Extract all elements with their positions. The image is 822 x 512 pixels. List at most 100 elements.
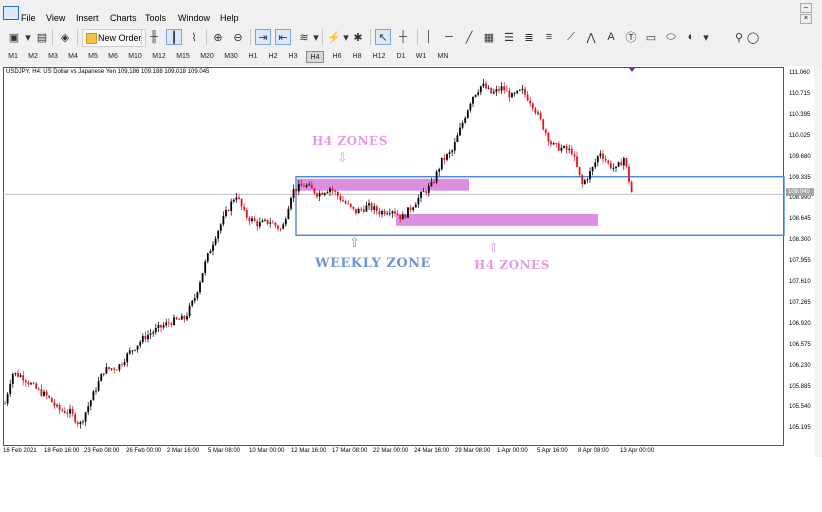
- price-axis-label: 106.575: [789, 341, 811, 348]
- trendline-icon[interactable]: ╱: [461, 29, 477, 45]
- text-icon[interactable]: A: [603, 29, 619, 45]
- zoom-in-icon[interactable]: ⊕: [210, 29, 226, 45]
- menu-help[interactable]: Help: [220, 13, 239, 23]
- timeframe-h12[interactable]: H12: [370, 51, 388, 63]
- zoom-out-icon[interactable]: ⊖: [230, 29, 246, 45]
- timeframe-m20[interactable]: M20: [198, 51, 216, 63]
- candle-body: [339, 196, 342, 201]
- timeframe-h2[interactable]: H2: [266, 51, 280, 63]
- candle-body: [74, 413, 77, 423]
- timeframe-d1[interactable]: D1: [394, 51, 408, 63]
- rectangle-icon[interactable]: ▭: [643, 29, 659, 45]
- candle-body: [69, 409, 71, 414]
- timeframe-m5[interactable]: M5: [86, 51, 100, 63]
- equidistant-channel-icon[interactable]: ▦: [481, 29, 497, 45]
- timeframe-m2[interactable]: M2: [26, 51, 40, 63]
- candle-body: [196, 292, 199, 299]
- candle-body: [355, 208, 357, 214]
- minimize-button[interactable]: –: [800, 3, 812, 13]
- candle-body: [570, 148, 573, 155]
- candle-body: [422, 191, 425, 193]
- timeframe-mn[interactable]: MN: [434, 51, 452, 63]
- price-axis-label: 109.680: [789, 153, 811, 160]
- chat-icon[interactable]: ◯: [745, 29, 761, 45]
- menu-insert[interactable]: Insert: [76, 13, 99, 23]
- candle-body: [344, 201, 347, 204]
- candle-body: [287, 208, 290, 220]
- candle-body: [87, 406, 90, 413]
- timeframe-h3[interactable]: H3: [286, 51, 300, 63]
- market-watch-icon[interactable]: ▤: [34, 29, 50, 45]
- menu-view[interactable]: View: [46, 13, 65, 23]
- cursor-icon[interactable]: ↖: [375, 29, 391, 45]
- candle-body: [336, 191, 339, 197]
- timeframe-h8[interactable]: H8: [350, 51, 364, 63]
- close-button[interactable]: ×: [800, 14, 812, 24]
- navigator-icon[interactable]: ◈: [57, 29, 73, 45]
- menu-tools[interactable]: Tools: [145, 13, 166, 23]
- candle-body: [375, 206, 378, 212]
- chart-window[interactable]: USDJPY, H4: US Dollar vs Japanese Yen 10…: [0, 66, 822, 457]
- candle-body: [227, 210, 230, 212]
- timeframe-m15[interactable]: M15: [174, 51, 192, 63]
- candle-body: [235, 197, 238, 200]
- new-order-button[interactable]: New Order: [82, 29, 146, 47]
- candle-body: [552, 143, 555, 145]
- ellipse-icon[interactable]: ⬭: [663, 29, 679, 45]
- candle-body: [308, 184, 311, 186]
- main-toolbar: ▣ ▾ ▤ ◈ New Order ╫ ┃ ⌇ ⊕ ⊖ ⇥ ⇤ ≋ ▾ ⚡ ▾ …: [0, 26, 822, 70]
- timeframe-m6[interactable]: M6: [106, 51, 120, 63]
- candle-body: [396, 213, 399, 216]
- tools-icon[interactable]: ✱: [350, 29, 366, 45]
- candle-body: [40, 388, 43, 396]
- menu-window[interactable]: Window: [178, 13, 210, 23]
- candle-body: [516, 90, 519, 94]
- bottom-panel: [0, 457, 822, 512]
- bar-chart-icon[interactable]: ╫: [146, 29, 162, 45]
- candle-body: [357, 208, 360, 214]
- chart-shift-icon[interactable]: ⇤: [275, 29, 291, 45]
- date-axis-label: 2 Mar 16:00: [167, 448, 200, 454]
- candle-body: [217, 230, 220, 239]
- crosshair-icon[interactable]: ┼: [395, 29, 411, 45]
- timeframe-w1[interactable]: W1: [414, 51, 428, 63]
- menu-charts[interactable]: Charts: [110, 13, 137, 23]
- timeframe-m3[interactable]: M3: [46, 51, 60, 63]
- candle-body: [505, 90, 508, 92]
- timeframe-m1[interactable]: M1: [6, 51, 20, 63]
- timeframe-m4[interactable]: M4: [66, 51, 80, 63]
- andrews-icon[interactable]: ⋀: [583, 29, 599, 45]
- timeframe-m10[interactable]: M10: [126, 51, 144, 63]
- label-icon[interactable]: Ⓣ: [623, 29, 639, 45]
- timeframe-h1[interactable]: H1: [246, 51, 260, 63]
- shapes-dropdown-icon[interactable]: ▾: [698, 29, 714, 45]
- menu-file[interactable]: File: [21, 13, 36, 23]
- h4-zones-top-label: H4 ZONES: [312, 134, 388, 148]
- timeframe-m12[interactable]: M12: [150, 51, 168, 63]
- vertical-line-icon[interactable]: │: [421, 29, 437, 45]
- line-chart-icon[interactable]: ⌇: [186, 29, 202, 45]
- gann-icon[interactable]: ≡: [541, 29, 557, 45]
- candle-body: [368, 203, 370, 206]
- fibonacci-icon[interactable]: ☰: [501, 29, 517, 45]
- candle-body: [89, 400, 92, 407]
- candle-body: [123, 362, 126, 365]
- candle-body: [518, 89, 521, 91]
- candle-body: [240, 198, 243, 207]
- pitchfork-icon[interactable]: ⟋: [563, 29, 579, 45]
- arrow-shapes-icon[interactable]: ◐: [683, 29, 699, 45]
- candle-body: [537, 112, 539, 114]
- price-axis-label: 108.990: [789, 195, 811, 202]
- fibo-expansion-icon[interactable]: ≣: [521, 29, 537, 45]
- autoscroll-icon[interactable]: ⇥: [255, 29, 271, 45]
- candle-body: [24, 380, 27, 383]
- candlestick-icon[interactable]: ┃: [166, 29, 182, 45]
- timeframe-m30[interactable]: M30: [222, 51, 240, 63]
- timeframe-h6[interactable]: H6: [330, 51, 344, 63]
- candle-body: [97, 381, 100, 391]
- timeframe-h4[interactable]: H4: [306, 51, 324, 63]
- candle-body: [534, 108, 537, 113]
- horizontal-line-icon[interactable]: ─: [441, 29, 457, 45]
- vertical-scrollbar[interactable]: [814, 66, 822, 457]
- date-axis-label: 26 Feb 00:00: [126, 448, 162, 454]
